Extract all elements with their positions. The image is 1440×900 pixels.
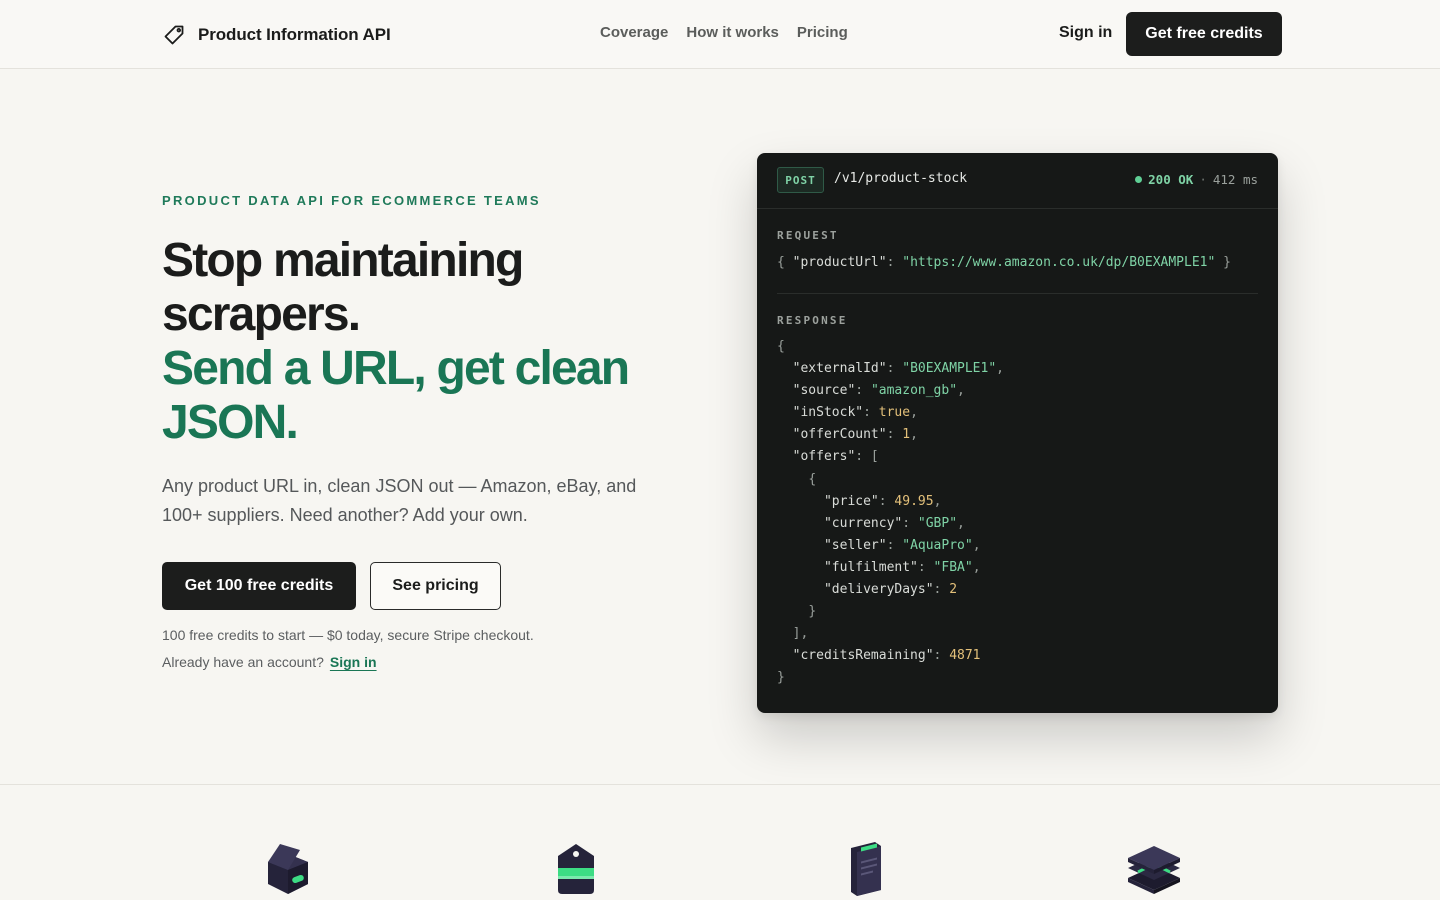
hero-subtext: Any product URL in, clean JSON out — Ama… bbox=[162, 476, 637, 525]
card-divider bbox=[777, 293, 1258, 294]
get-100-free-credits-button[interactable]: Get 100 free credits bbox=[162, 562, 356, 610]
http-method-badge: POST bbox=[777, 167, 824, 193]
resp-delivery-days: 2 bbox=[949, 582, 958, 598]
hero-eyebrow: PRODUCT DATA API FOR ECOMMERCE TEAMS bbox=[162, 193, 541, 208]
already-account-text: Already have an account? bbox=[162, 654, 324, 670]
response-status: 200 OK · 412 ms bbox=[1135, 172, 1258, 187]
nav-coverage[interactable]: Coverage bbox=[600, 24, 668, 41]
status-code: 200 OK bbox=[1148, 172, 1194, 187]
resp-currency: GBP bbox=[925, 515, 950, 531]
headline-line-2: Send a URL, get clean JSON. bbox=[162, 342, 630, 449]
response-label: RESPONSE bbox=[777, 314, 848, 327]
price-tag-icon bbox=[164, 25, 184, 45]
resp-seller: AquaPro bbox=[910, 537, 965, 553]
api-example-card: POST /v1/product-stock 200 OK · 412 ms R… bbox=[757, 153, 1278, 713]
hero-headline: Stop maintaining scrapers. Send a URL, g… bbox=[162, 234, 662, 450]
status-dot-icon bbox=[1135, 176, 1143, 183]
nav-how-it-works[interactable]: How it works bbox=[686, 24, 779, 41]
box-icon bbox=[268, 844, 308, 894]
already-account: Already have an account? Sign in bbox=[162, 654, 377, 670]
main-nav: Coverage How it works Pricing bbox=[600, 24, 848, 41]
hero-sign-in-link[interactable]: Sign in bbox=[330, 654, 377, 670]
price-tag-3d-icon bbox=[558, 844, 594, 894]
response-body: { "externalId": "B0EXAMPLE1", "source": … bbox=[777, 339, 1004, 686]
document-icon bbox=[851, 842, 881, 896]
brand[interactable]: Product Information API bbox=[162, 22, 391, 48]
resp-fulfilment: FBA bbox=[941, 559, 965, 575]
headline-line-1: Stop maintaining scrapers. bbox=[162, 234, 524, 341]
card-header: POST /v1/product-stock 200 OK · 412 ms bbox=[757, 153, 1278, 209]
site-header: Product Information API Coverage How it … bbox=[0, 0, 1440, 69]
nav-pricing[interactable]: Pricing bbox=[797, 24, 848, 41]
resp-in-stock: true bbox=[878, 405, 911, 421]
endpoint-path: /v1/product-stock bbox=[834, 171, 968, 186]
resp-offer-count: 1 bbox=[902, 427, 911, 443]
resp-price: 49.95 bbox=[894, 493, 934, 509]
resp-source: amazon_gb bbox=[878, 383, 950, 399]
fine-print: 100 free credits to start — $0 today, se… bbox=[162, 627, 534, 643]
stack-icon bbox=[1128, 846, 1180, 894]
resp-credits-remaining: 4871 bbox=[949, 648, 981, 664]
sign-in-link[interactable]: Sign in bbox=[1059, 24, 1112, 42]
request-label: REQUEST bbox=[777, 229, 839, 242]
request-product-url: https://www.amazon.co.uk/dp/B0EXAMPLE1 bbox=[910, 255, 1208, 270]
see-pricing-button[interactable]: See pricing bbox=[370, 562, 501, 610]
request-body: { "productUrl": "https://www.amazon.co.u… bbox=[777, 255, 1231, 270]
status-separator: · bbox=[1199, 172, 1207, 187]
brand-name: Product Information API bbox=[198, 25, 391, 44]
latency: 412 ms bbox=[1212, 172, 1258, 187]
get-free-credits-button[interactable]: Get free credits bbox=[1126, 12, 1282, 56]
section-divider bbox=[0, 784, 1440, 785]
resp-external-id: B0EXAMPLE1 bbox=[910, 361, 989, 377]
